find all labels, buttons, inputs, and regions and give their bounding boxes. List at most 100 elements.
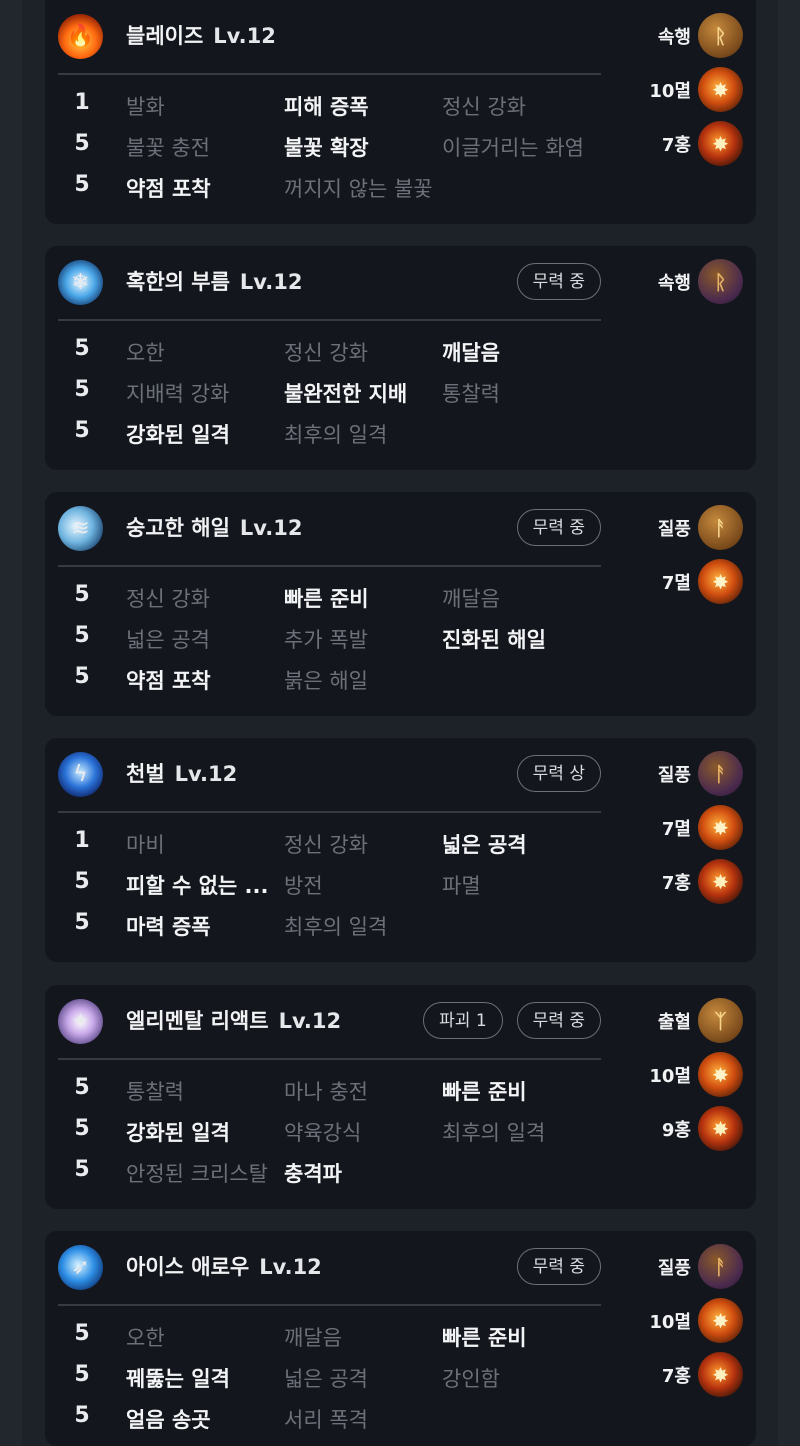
gem-item[interactable]: 10멸 ✸ (643, 1298, 743, 1352)
divider (58, 1304, 601, 1306)
gem-list: 출혈 ᛉ 10멸 ✸ 9홍 ✸ (643, 998, 743, 1160)
tripod-option: 오한 (126, 341, 165, 365)
skill-name: 아이스 애로우 (126, 1255, 250, 1279)
gem-icon: ✸ (698, 1052, 743, 1097)
tripod-option-selected: 피해 증폭 (284, 95, 369, 119)
tripod-level: 1 (74, 90, 90, 115)
tripod-badges: 무력 중 (516, 263, 601, 300)
gem-item[interactable]: 속행 ᚱ (643, 13, 743, 67)
tripod-level: 5 (74, 1157, 90, 1182)
tripod-option: 추가 폭발 (284, 628, 368, 652)
divider (58, 319, 601, 321)
skill-card[interactable]: ❄ 혹한의 부름 Lv.12 무력 중 5 오한 정신 강화 깨달음 5 지배력 강화 불완전한 지… (45, 246, 756, 470)
gem-item[interactable]: 질풍 ᚨ (643, 751, 743, 805)
tripod-option: 파멸 (442, 874, 481, 898)
skill-level: Lv.12 (174, 762, 238, 786)
gem-label: 7멸 (661, 573, 691, 594)
gem-item[interactable]: 7홍 ✸ (643, 1352, 743, 1406)
tripod-option: 정신 강화 (284, 833, 368, 857)
tripod-option-selected: 불완전한 지배 (284, 382, 408, 406)
status-badge: 무력 중 (516, 509, 601, 546)
gem-label: 7멸 (661, 819, 691, 840)
tripod-level: 5 (74, 172, 90, 197)
tripod-level: 5 (74, 910, 90, 935)
divider (58, 565, 601, 567)
gem-item[interactable]: 질풍 ᚨ (643, 1244, 743, 1298)
tripod-option: 강인함 (442, 1367, 500, 1391)
gem-icon: ✸ (698, 121, 743, 166)
ice-arrow-icon: ➶ (58, 1245, 103, 1290)
gem-item[interactable]: 출혈 ᛉ (643, 998, 743, 1052)
tripod-option-selected: 진화된 해일 (442, 628, 546, 652)
skill-card[interactable]: ϟ 천벌 Lv.12 무력 상 1 마비 정신 강화 넓은 공격 5 피할 수 없는 ... 방전 파… (45, 738, 756, 962)
skill-title: 혹한의 부름 Lv.12 (126, 266, 302, 298)
skill-title: 엘리멘탈 리액트 Lv.12 (126, 1005, 341, 1037)
tripod-option-selected: 강화된 일격 (126, 1121, 230, 1145)
tripod-level: 5 (74, 1362, 90, 1387)
gem-label: 속행 (657, 27, 691, 48)
tripod-badges: 무력 상 (516, 755, 601, 792)
tripod-option-selected: 넓은 공격 (442, 833, 527, 857)
tripod-option: 최후의 일격 (442, 1121, 546, 1145)
tripod-level: 1 (74, 828, 90, 853)
tripod-option-selected: 마력 증폭 (126, 915, 211, 939)
status-badge: 무력 중 (516, 1248, 601, 1285)
gem-list: 질풍 ᚨ 10멸 ✸ 7홍 ✸ (643, 1244, 743, 1406)
status-badge: 무력 중 (516, 1002, 601, 1039)
gem-item[interactable]: 10멸 ✸ (643, 1052, 743, 1106)
gem-icon: ✸ (698, 1106, 743, 1151)
tripod-option-selected: 강화된 일격 (126, 423, 230, 447)
tripod-badges: 파괴 1 무력 중 (423, 1002, 601, 1039)
gem-item[interactable]: 7홍 ✸ (643, 859, 743, 913)
skill-card[interactable]: ➶ 아이스 애로우 Lv.12 무력 중 5 오한 깨달음 빠른 준비 5 꿰뚫는 일격 넓은 공격… (45, 1231, 756, 1446)
gem-item[interactable]: 질풍 ᚨ (643, 505, 743, 559)
divider (58, 811, 601, 813)
tripod-option-selected: 불꽃 확장 (284, 136, 369, 160)
tripod-badges: 무력 중 (516, 509, 601, 546)
gem-label: 9홍 (661, 1120, 691, 1141)
skill-level: Lv.12 (239, 270, 303, 294)
skill-level: Lv.12 (259, 1255, 322, 1279)
tripod-option: 깨달음 (442, 587, 500, 611)
tripod-level: 5 (74, 336, 90, 361)
tripod-option: 안정된 크리스탈 (126, 1162, 268, 1186)
status-badge: 파괴 1 (423, 1002, 503, 1039)
gem-label: 10멸 (649, 81, 691, 102)
tripod-option: 정신 강화 (284, 341, 368, 365)
tripod-option-selected: 약점 포착 (126, 669, 211, 693)
gem-label: 10멸 (649, 1312, 691, 1333)
skill-card[interactable]: ≋ 숭고한 해일 Lv.12 무력 중 5 정신 강화 빠른 준비 깨달음 5 넓은 공격 추가 폭… (45, 492, 756, 716)
gem-label: 7홍 (661, 1366, 691, 1387)
tripod-level: 5 (74, 418, 90, 443)
gem-item[interactable]: 9홍 ✸ (643, 1106, 743, 1160)
gem-item[interactable]: 7멸 ✸ (643, 559, 743, 613)
tripod-option: 통찰력 (126, 1080, 184, 1104)
tripod-option: 마나 충전 (284, 1080, 368, 1104)
gem-list: 속행 ᚱ 10멸 ✸ 7홍 ✸ (643, 13, 743, 175)
tripod-badges: 무력 중 (516, 1248, 601, 1285)
tripod-option-selected: 빠른 준비 (284, 587, 369, 611)
gem-item[interactable]: 10멸 ✸ (643, 67, 743, 121)
left-gutter (0, 0, 22, 1446)
rune-icon: ᛉ (698, 998, 743, 1043)
skill-level: Lv.12 (278, 1009, 342, 1033)
tripod-option: 넓은 공격 (284, 1367, 368, 1391)
tripod-option: 깨달음 (284, 1326, 342, 1350)
gem-label: 질풍 (657, 1258, 691, 1279)
gem-label: 질풍 (657, 765, 691, 786)
rune-icon: ᚨ (698, 505, 743, 550)
snowflake-icon: ❄ (58, 260, 103, 305)
gem-item[interactable]: 7멸 ✸ (643, 805, 743, 859)
tripod-option: 넓은 공격 (126, 628, 210, 652)
gem-item[interactable]: 7홍 ✸ (643, 121, 743, 175)
tripod-option: 정신 강화 (442, 95, 526, 119)
tripod-level: 5 (74, 623, 90, 648)
skill-card[interactable]: 🔥 블레이즈 Lv.12 1 발화 피해 증폭 정신 강화 5 불꽃 충전 불꽃 확장 이글거리는 … (45, 0, 756, 224)
rune-icon: ᚨ (698, 1244, 743, 1289)
tripod-option-selected: 얼음 송곳 (126, 1408, 211, 1432)
skill-card[interactable]: ✦ 엘리멘탈 리액트 Lv.12 파괴 1 무력 중 5 통찰력 마나 충전 빠른 준비 5 강화된… (45, 985, 756, 1209)
gem-item[interactable]: 속행 ᚱ (643, 259, 743, 313)
wave-icon: ≋ (58, 506, 103, 551)
tripod-level: 5 (74, 1075, 90, 1100)
status-badge: 무력 중 (516, 263, 601, 300)
